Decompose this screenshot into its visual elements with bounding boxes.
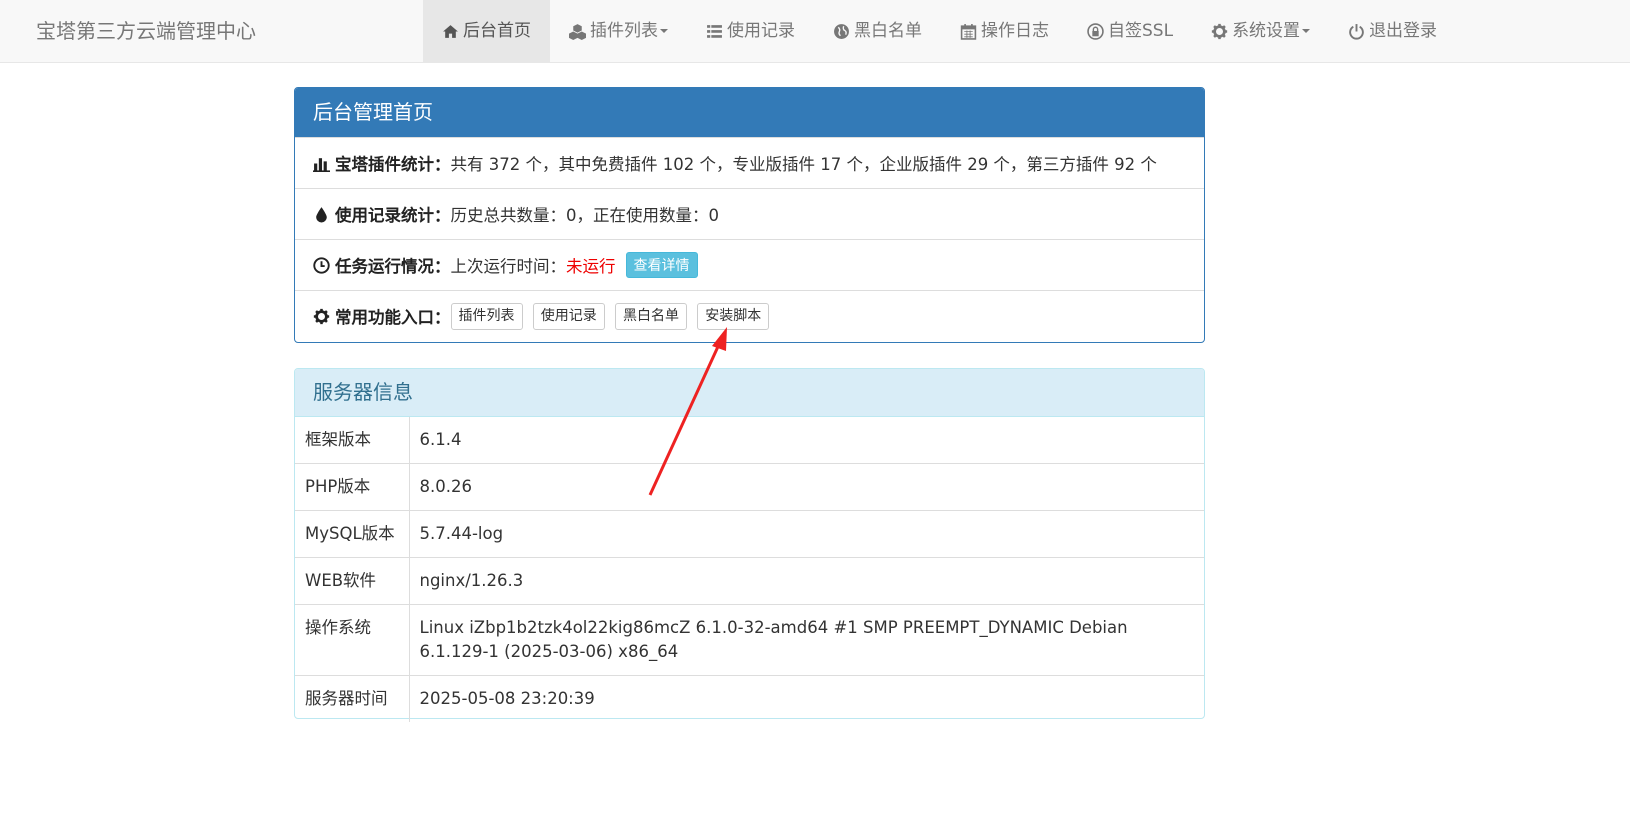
- nav-item-home[interactable]: 后台首页: [423, 0, 550, 62]
- top-navbar: 宝塔第三方云端管理中心 后台首页 插件列表 使用记录 黑白名单 操作日志 自签S…: [0, 0, 1630, 63]
- nav-item-logout[interactable]: 退出登录: [1329, 0, 1456, 62]
- table-key: WEB软件: [295, 557, 410, 605]
- view-details-button[interactable]: 查看详情: [625, 252, 698, 278]
- panel-title: 后台管理首页: [295, 88, 1204, 137]
- nav-item-ssl[interactable]: 自签SSL: [1068, 0, 1192, 62]
- table-key: 框架版本: [295, 417, 410, 464]
- table-row: 框架版本 6.1.4: [295, 417, 1204, 464]
- table-row: MySQL版本 5.7.44-log: [295, 510, 1204, 558]
- table-value: 6.1.4: [419, 430, 462, 449]
- nav-item-plugins[interactable]: 插件列表: [550, 0, 687, 62]
- nav-item-label: 后台首页: [463, 21, 531, 41]
- lock-icon: [1087, 22, 1104, 40]
- power-icon: [1348, 23, 1365, 40]
- table-row: PHP版本 8.0.26: [295, 463, 1204, 511]
- row-label: 使用记录统计：: [335, 206, 451, 225]
- nav-item-label: 使用记录: [727, 21, 795, 41]
- cubes-icon: [569, 23, 586, 40]
- table-key: MySQL版本: [295, 510, 410, 558]
- task-status-value: 未运行: [566, 257, 616, 276]
- nav-item-logs[interactable]: 操作日志: [941, 0, 1068, 62]
- table-value: nginx/1.26.3: [409, 557, 1204, 605]
- nav-item-label: 自签SSL: [1108, 21, 1174, 41]
- table-value: 2025-05-08 23:20:39: [409, 675, 1204, 722]
- bar-chart-icon: [313, 155, 330, 172]
- main-nav: 后台首页 插件列表 使用记录 黑白名单 操作日志 自签SSL 系统设置 退出登录: [423, 0, 1456, 62]
- task-status-row: 任务运行情况： 上次运行时间： 未运行 查看详情: [295, 239, 1204, 290]
- nav-item-label: 系统设置: [1232, 21, 1301, 41]
- panel-title: 服务器信息: [295, 369, 1204, 417]
- nav-item-label: 黑白名单: [854, 21, 922, 41]
- shortcut-usage-button[interactable]: 使用记录: [532, 302, 605, 330]
- shortcut-blacklist-button[interactable]: 黑白名单: [615, 302, 687, 330]
- table-key: 操作系统: [295, 604, 410, 676]
- table-row: WEB软件 nginx/1.26.3: [295, 557, 1204, 605]
- nav-item-settings[interactable]: 系统设置: [1192, 0, 1329, 62]
- globe-icon: [833, 23, 850, 40]
- nav-item-label: 操作日志: [981, 21, 1049, 41]
- gear-icon: [1211, 23, 1228, 40]
- gear-icon: [313, 308, 330, 325]
- row-text: 共有 372 个，其中免费插件 102 个，专业版插件 17 个，企业版插件 2…: [450, 155, 1157, 174]
- nav-item-label: 退出登录: [1369, 21, 1438, 41]
- table-value: Linux iZbp1b2tzk4ol22kig86mcZ 6.1.0-32-a…: [409, 604, 1204, 676]
- row-label: 常用功能入口：: [335, 308, 451, 327]
- table-row: 服务器时间 2025-05-08 23:20:39: [295, 675, 1204, 722]
- table-key: PHP版本: [295, 463, 410, 511]
- table-key: 服务器时间: [295, 675, 410, 722]
- row-text: 历史总共数量：0，正在使用数量：0: [450, 206, 720, 225]
- clock-icon: [313, 256, 330, 274]
- shortcut-install-script-button[interactable]: 安装脚本: [697, 302, 770, 330]
- chevron-down-icon: [660, 29, 668, 33]
- dashboard-panel: 后台管理首页 宝塔插件统计： 共有 372 个，其中免费插件 102 个，专业版…: [294, 87, 1205, 343]
- nav-item-usage[interactable]: 使用记录: [687, 0, 814, 62]
- table-value: 8.0.26: [409, 463, 1204, 511]
- tint-icon: [313, 206, 330, 223]
- row-text: 上次运行时间：: [450, 257, 567, 276]
- nav-item-label: 插件列表: [590, 21, 658, 41]
- row-label: 宝塔插件统计：: [335, 155, 451, 174]
- nav-item-blacklist[interactable]: 黑白名单: [814, 0, 941, 62]
- calendar-icon: [960, 23, 977, 40]
- row-label: 任务运行情况：: [335, 257, 451, 276]
- shortcuts-row: 常用功能入口： 插件列表 使用记录 黑白名单 安装脚本: [295, 290, 1204, 341]
- shortcut-plugins-button[interactable]: 插件列表: [450, 302, 523, 330]
- server-info-table: 框架版本 6.1.4 PHP版本 8.0.26 MySQL版本 5.7.44-l…: [295, 417, 1204, 722]
- home-icon: [442, 23, 459, 40]
- table-value: 5.7.44-log: [409, 510, 1204, 558]
- table-row: 操作系统 Linux iZbp1b2tzk4ol22kig86mcZ 6.1.0…: [295, 604, 1204, 676]
- brand-title[interactable]: 宝塔第三方云端管理中心: [36, 0, 256, 62]
- server-info-panel: 服务器信息 框架版本 6.1.4 PHP版本 8.0.26 MySQL版本 5.…: [294, 368, 1205, 722]
- chevron-down-icon: [1302, 29, 1311, 33]
- plugin-stats-row: 宝塔插件统计： 共有 372 个，其中免费插件 102 个，专业版插件 17 个…: [295, 137, 1204, 188]
- list-icon: [706, 23, 723, 40]
- usage-stats-row: 使用记录统计： 历史总共数量：0，正在使用数量：0: [295, 188, 1204, 239]
